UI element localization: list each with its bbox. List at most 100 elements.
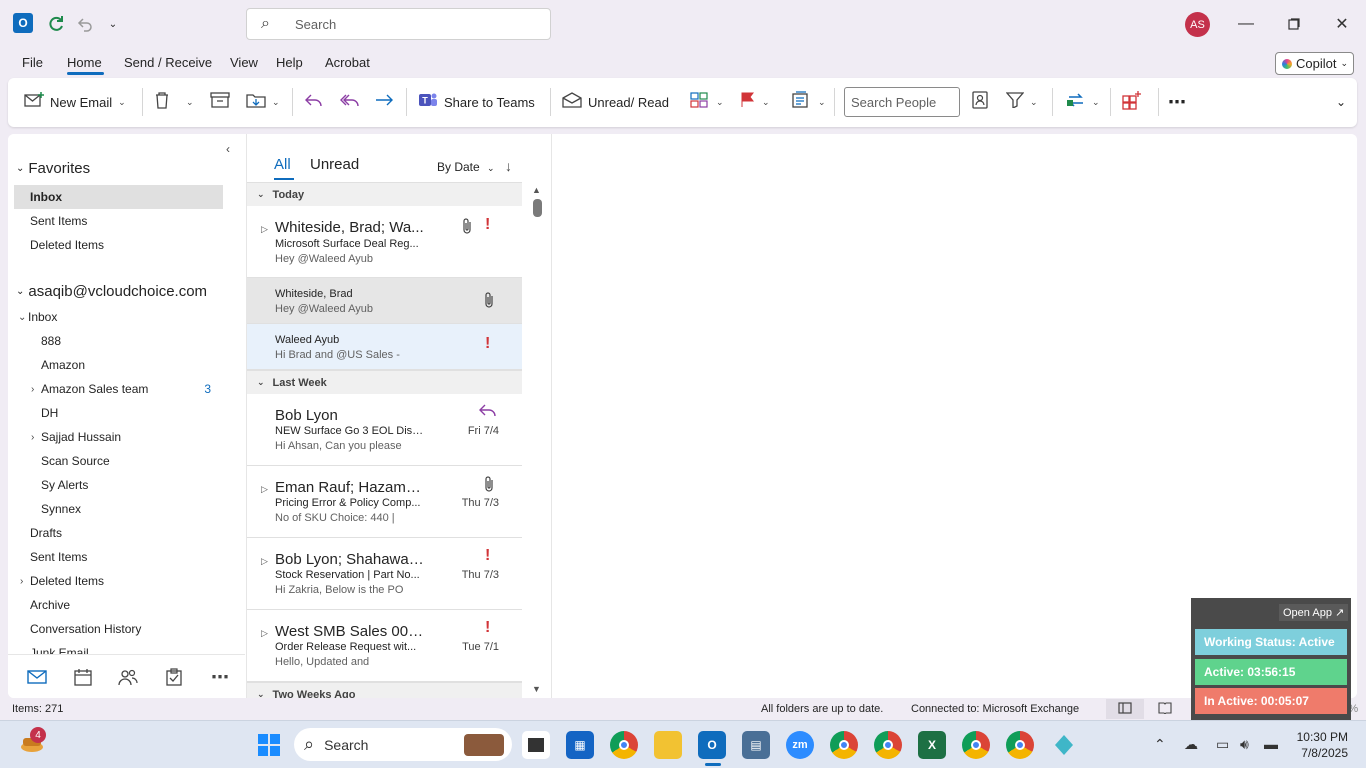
follow-up-button[interactable]: ⌄ <box>740 88 770 116</box>
favorite-deleted-items[interactable]: Deleted Items <box>14 233 223 257</box>
calendar-icon[interactable] <box>71 665 95 689</box>
folder-sy-alerts[interactable]: Sy Alerts <box>14 473 223 497</box>
open-app-link[interactable]: Open App ↗ <box>1279 604 1349 621</box>
tab-unread[interactable]: Unread <box>310 156 359 173</box>
menu-help[interactable]: Help <box>276 55 303 70</box>
expand-thread-icon[interactable]: ▷ <box>261 628 268 639</box>
collapse-pane-icon[interactable]: ‹ <box>226 142 230 156</box>
chrome-profile-icon[interactable] <box>962 731 990 759</box>
undo-icon[interactable] <box>74 13 96 35</box>
folder-sajjad-hussain[interactable]: › Sajjad Hussain <box>14 425 223 449</box>
windows-start-icon[interactable] <box>255 731 283 759</box>
folder-archive[interactable]: Archive <box>14 593 223 617</box>
group-header-last-week[interactable]: ⌄ Last Week <box>247 370 522 394</box>
sort-direction-icon[interactable]: ↓ <box>505 158 512 174</box>
chrome-profile-icon[interactable] <box>1006 731 1034 759</box>
scroll-down-arrow[interactable]: ▼ <box>532 684 541 694</box>
menu-file[interactable]: File <box>22 55 43 70</box>
folder-drafts[interactable]: Drafts <box>14 521 223 545</box>
excel-icon[interactable]: X <box>918 731 946 759</box>
maximize-icon[interactable] <box>1282 12 1306 36</box>
expand-thread-icon[interactable]: ▷ <box>261 224 268 235</box>
forward-button[interactable] <box>374 88 394 116</box>
account-header[interactable]: ⌄ asaqib@vcloudchoice.com <box>16 283 207 300</box>
file-explorer-icon[interactable] <box>654 731 682 759</box>
show-hidden-icons-chevron-up-icon[interactable]: ⌃ <box>1154 736 1166 753</box>
folder-conversation-history[interactable]: Conversation History <box>14 617 223 641</box>
display-icon[interactable]: ▭ <box>1216 736 1229 753</box>
scroll-up-arrow[interactable]: ▲ <box>532 185 541 195</box>
sync-mail-button[interactable]: ⌄ <box>1066 88 1100 116</box>
menu-send-receive[interactable]: Send / Receive <box>124 55 212 70</box>
terminal-app-icon[interactable] <box>522 731 550 759</box>
taskbar-search[interactable]: ⌕ Search <box>294 728 512 761</box>
folder-dh[interactable]: DH <box>14 401 223 425</box>
categorize-button[interactable]: ⌄ <box>690 88 724 116</box>
delete-dropdown[interactable]: ⌄ <box>186 88 194 116</box>
address-book-button[interactable] <box>972 88 988 116</box>
group-header-today[interactable]: ⌄ Today <box>247 182 522 206</box>
customize-quick-access-icon[interactable]: ⌄ <box>102 13 124 35</box>
battery-icon[interactable]: ▬ <box>1264 736 1278 752</box>
reply-button[interactable] <box>304 88 324 116</box>
mail-item[interactable]: Bob Lyon NEW Surface Go 3 EOL Disc... Hi… <box>247 394 522 466</box>
menu-home[interactable]: Home <box>67 55 102 70</box>
copilot-button[interactable]: Copilot ⌄ <box>1275 52 1354 75</box>
favorite-sent-items[interactable]: Sent Items <box>14 209 223 233</box>
expand-thread-icon[interactable]: ▷ <box>261 556 268 567</box>
close-icon[interactable]: ✕ <box>1330 12 1354 36</box>
rules-button[interactable]: ⌄ <box>792 88 826 116</box>
sync-icon[interactable] <box>45 13 67 35</box>
volume-icon[interactable]: 🔊︎ <box>1240 736 1249 753</box>
mail-item[interactable]: ▷ Eman Rauf; Hazama... Pricing Error & P… <box>247 466 522 538</box>
minimize-icon[interactable]: — <box>1234 12 1258 36</box>
move-button[interactable]: ⌄ <box>246 88 280 116</box>
outlook-taskbar-icon[interactable]: O <box>698 731 726 759</box>
search-box[interactable]: ⌕ Search <box>246 8 551 40</box>
avatar[interactable]: AS <box>1185 12 1210 37</box>
mail-item[interactable]: ▷ Whiteside, Brad; Wa... Microsoft Surfa… <box>247 206 522 278</box>
ribbon-expand-icon[interactable]: ⌄ <box>1336 88 1346 116</box>
vpn-app-icon[interactable] <box>1050 731 1078 759</box>
folder-scan-source[interactable]: Scan Source <box>14 449 223 473</box>
search-people-input[interactable]: Search People <box>844 87 960 117</box>
filter-email-button[interactable]: ⌄ <box>1005 88 1038 116</box>
sort-by-date-dropdown[interactable]: By Date ⌄ <box>437 160 495 174</box>
people-icon[interactable] <box>116 665 140 689</box>
menu-acrobat[interactable]: Acrobat <box>325 55 370 70</box>
folder-inbox[interactable]: ⌄ Inbox <box>14 305 223 329</box>
folder-sent-items[interactable]: Sent Items <box>14 545 223 569</box>
group-header-two-weeks-ago[interactable]: ⌄ Two Weeks Ago <box>247 682 522 698</box>
mail-item[interactable]: ▷ Bob Lyon; Shahawal ... Stock Reservati… <box>247 538 522 610</box>
chrome-profile-icon[interactable] <box>830 731 858 759</box>
folder-888[interactable]: 888 <box>14 329 223 353</box>
chrome-profile-icon[interactable] <box>874 731 902 759</box>
mail-item[interactable]: ▷ West SMB Sales 005; ... Order Release … <box>247 610 522 682</box>
chrome-icon[interactable] <box>610 731 638 759</box>
folder-amazon[interactable]: Amazon <box>14 353 223 377</box>
menu-view[interactable]: View <box>230 55 258 70</box>
share-to-teams-button[interactable]: T Share to Teams <box>418 88 535 116</box>
folder-amazon-sales-team[interactable]: › Amazon Sales team 3 <box>14 377 223 401</box>
folder-synnex[interactable]: Synnex <box>14 497 223 521</box>
tab-all[interactable]: All <box>274 156 291 173</box>
favorite-inbox[interactable]: Inbox <box>14 185 223 209</box>
calculator-icon[interactable]: ▤ <box>742 731 770 759</box>
mail-icon[interactable] <box>25 665 49 689</box>
reading-view-icon[interactable] <box>1158 702 1172 717</box>
system-clock[interactable]: 10:30 PM 7/8/2025 <box>1292 729 1348 761</box>
folder-deleted-items[interactable]: › Deleted Items <box>14 569 223 593</box>
delete-button[interactable] <box>154 88 170 116</box>
mail-item[interactable]: Waleed Ayub Hi Brad and @US Sales - ! <box>247 324 522 370</box>
onedrive-off-icon[interactable]: ☁ <box>1184 736 1198 753</box>
archive-button[interactable] <box>210 88 230 116</box>
new-email-button[interactable]: New Email ⌄ <box>24 88 126 116</box>
store-app-icon[interactable]: ▦ <box>566 731 594 759</box>
expand-thread-icon[interactable]: ▷ <box>261 484 268 495</box>
reply-all-button[interactable] <box>340 88 360 116</box>
unread-read-button[interactable]: Unread/ Read <box>562 88 669 116</box>
mail-item[interactable]: Whiteside, Brad Hey @Waleed Ayub <box>247 278 522 324</box>
more-options-icon[interactable]: ⋯ <box>1168 88 1186 116</box>
apps-button[interactable] <box>1122 88 1142 116</box>
zoom-app-icon[interactable]: zm <box>786 731 814 759</box>
